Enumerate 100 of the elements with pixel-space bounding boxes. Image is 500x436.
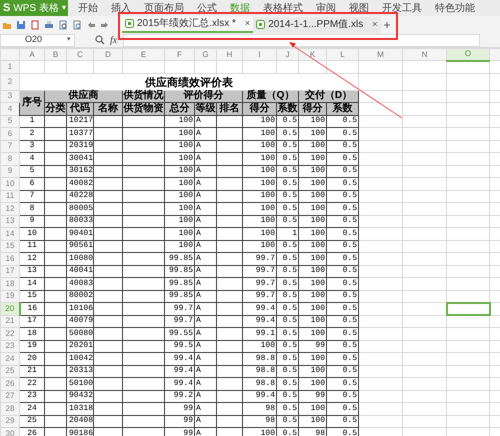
column-header[interactable]: F bbox=[164, 48, 194, 60]
table-cell: 0.5 bbox=[342, 341, 357, 350]
row-header[interactable]: 25 bbox=[0, 365, 20, 378]
table-cell: 100 bbox=[178, 178, 193, 188]
row-header[interactable]: 1 bbox=[0, 60, 20, 73]
row-header[interactable]: 15 bbox=[0, 240, 20, 252]
table-cell: 18 bbox=[27, 328, 37, 338]
table-cell: 99.4 bbox=[174, 354, 193, 363]
column-header[interactable]: G bbox=[194, 48, 216, 60]
column-header[interactable]: K bbox=[298, 48, 326, 60]
column-heading: 代码 bbox=[70, 102, 90, 114]
menu-item[interactable]: 特色功能 bbox=[435, 0, 475, 16]
row-header[interactable]: 10 bbox=[0, 178, 20, 190]
row-header[interactable]: 13 bbox=[0, 215, 20, 228]
row-header[interactable]: 24 bbox=[0, 352, 20, 365]
table-cell: 0.5 bbox=[282, 316, 297, 326]
menu-item[interactable]: 开始 bbox=[78, 0, 98, 16]
table-cell: 98.8 bbox=[256, 378, 275, 388]
table-cell: 0.5 bbox=[282, 166, 297, 176]
close-button[interactable]: × bbox=[244, 16, 250, 30]
column-header[interactable]: B bbox=[44, 48, 66, 60]
row-header[interactable]: 5 bbox=[0, 115, 20, 128]
column-heading: 得分 bbox=[302, 102, 322, 114]
table-cell: 100 bbox=[260, 141, 275, 150]
menu-item[interactable]: 开发工具 bbox=[382, 0, 422, 16]
document-icon[interactable] bbox=[30, 20, 40, 30]
row-header[interactable]: 17 bbox=[0, 265, 20, 278]
row-header[interactable]: 22 bbox=[0, 328, 20, 340]
row-header[interactable]: 21 bbox=[0, 315, 20, 328]
menu-item[interactable]: 视图 bbox=[349, 0, 369, 16]
column-header[interactable]: M bbox=[358, 48, 402, 60]
row-header[interactable]: 26 bbox=[0, 378, 20, 390]
row-header[interactable]: 3 bbox=[0, 90, 20, 102]
column-header[interactable]: A bbox=[20, 48, 44, 60]
row-header[interactable]: 8 bbox=[0, 152, 20, 165]
row-header[interactable]: 28 bbox=[0, 402, 20, 415]
column-header[interactable]: O bbox=[446, 48, 490, 60]
row-header[interactable]: 2 bbox=[0, 73, 20, 90]
table-cell: 11 bbox=[27, 241, 37, 250]
table-cell: 0.5 bbox=[282, 391, 297, 400]
row-header[interactable]: 27 bbox=[0, 390, 20, 402]
row-header[interactable]: 12 bbox=[0, 202, 20, 215]
close-button[interactable]: × bbox=[372, 18, 378, 32]
row-header[interactable]: 9 bbox=[0, 165, 20, 178]
column-header[interactable]: D bbox=[94, 48, 122, 60]
row-header[interactable]: 14 bbox=[0, 228, 20, 240]
row-header[interactable]: 23 bbox=[0, 340, 20, 352]
search-icon[interactable] bbox=[95, 35, 105, 45]
undo-icon[interactable] bbox=[86, 20, 96, 30]
row-header[interactable]: 16 bbox=[0, 252, 20, 265]
document-tab[interactable]: 2015年绩效汇总.xlsx * × bbox=[122, 16, 254, 32]
menu-item[interactable]: 数据 bbox=[230, 0, 250, 16]
row-header[interactable]: 7 bbox=[0, 140, 20, 152]
row-header[interactable]: 19 bbox=[0, 290, 20, 302]
preview-icon[interactable] bbox=[72, 20, 82, 30]
selected-cell[interactable] bbox=[446, 302, 490, 315]
table-cell: 100 bbox=[310, 204, 325, 213]
table-cell: 0.5 bbox=[342, 228, 357, 238]
table-cell: 99.85 bbox=[168, 266, 193, 276]
column-header[interactable]: L bbox=[326, 48, 358, 60]
document-tab[interactable]: 2014-1-1...PPM值.xls × bbox=[253, 16, 380, 32]
save-icon[interactable] bbox=[16, 20, 26, 30]
menu-item[interactable]: 页面布局 bbox=[144, 0, 184, 16]
table-cell: 90561 bbox=[69, 241, 94, 250]
new-tab-button[interactable]: + bbox=[380, 18, 394, 30]
column-header[interactable]: I bbox=[242, 48, 276, 60]
menu-item[interactable]: 表格样式 bbox=[263, 0, 303, 16]
print-icon[interactable] bbox=[44, 20, 54, 30]
table-cell: 1 bbox=[30, 116, 34, 126]
preview-icon[interactable] bbox=[58, 20, 68, 30]
column-heading: 交付（D） bbox=[304, 90, 352, 102]
row-header[interactable]: 20 bbox=[0, 302, 20, 315]
function-button[interactable]: fx bbox=[110, 32, 118, 48]
table-cell: 0.5 bbox=[282, 116, 297, 126]
table-cell: 100 bbox=[310, 328, 325, 338]
row-header[interactable]: 29 bbox=[0, 415, 20, 428]
column-header[interactable]: N bbox=[402, 48, 446, 60]
redo-icon[interactable] bbox=[100, 20, 110, 30]
column-heading: 得分 bbox=[250, 102, 270, 114]
column-heading: 供货物资 bbox=[124, 102, 164, 114]
table-cell: 50080 bbox=[69, 328, 94, 338]
column-heading: 名称 bbox=[98, 102, 118, 114]
app-menu-button[interactable]: S WPS 表格 ▾ bbox=[0, 0, 68, 16]
table-cell: 100 bbox=[178, 241, 193, 250]
row-header[interactable]: 6 bbox=[0, 128, 20, 140]
column-header[interactable]: C bbox=[66, 48, 94, 60]
menu-item[interactable]: 公式 bbox=[197, 0, 217, 16]
column-header[interactable]: J bbox=[276, 48, 298, 60]
menu-item[interactable]: 审阅 bbox=[316, 0, 336, 16]
column-header[interactable]: E bbox=[122, 48, 164, 60]
column-header[interactable]: H bbox=[216, 48, 242, 60]
table-cell: 13 bbox=[27, 266, 37, 276]
row-header[interactable]: 4 bbox=[0, 102, 20, 115]
table-cell: 0.5 bbox=[342, 416, 357, 426]
table-cell: 100 bbox=[260, 428, 275, 436]
menu-item[interactable]: 插入 bbox=[111, 0, 131, 16]
row-header[interactable]: 11 bbox=[0, 190, 20, 202]
table-cell: 98.8 bbox=[256, 366, 275, 376]
row-header[interactable]: 18 bbox=[0, 278, 20, 290]
table-cell: 20201 bbox=[69, 341, 94, 350]
